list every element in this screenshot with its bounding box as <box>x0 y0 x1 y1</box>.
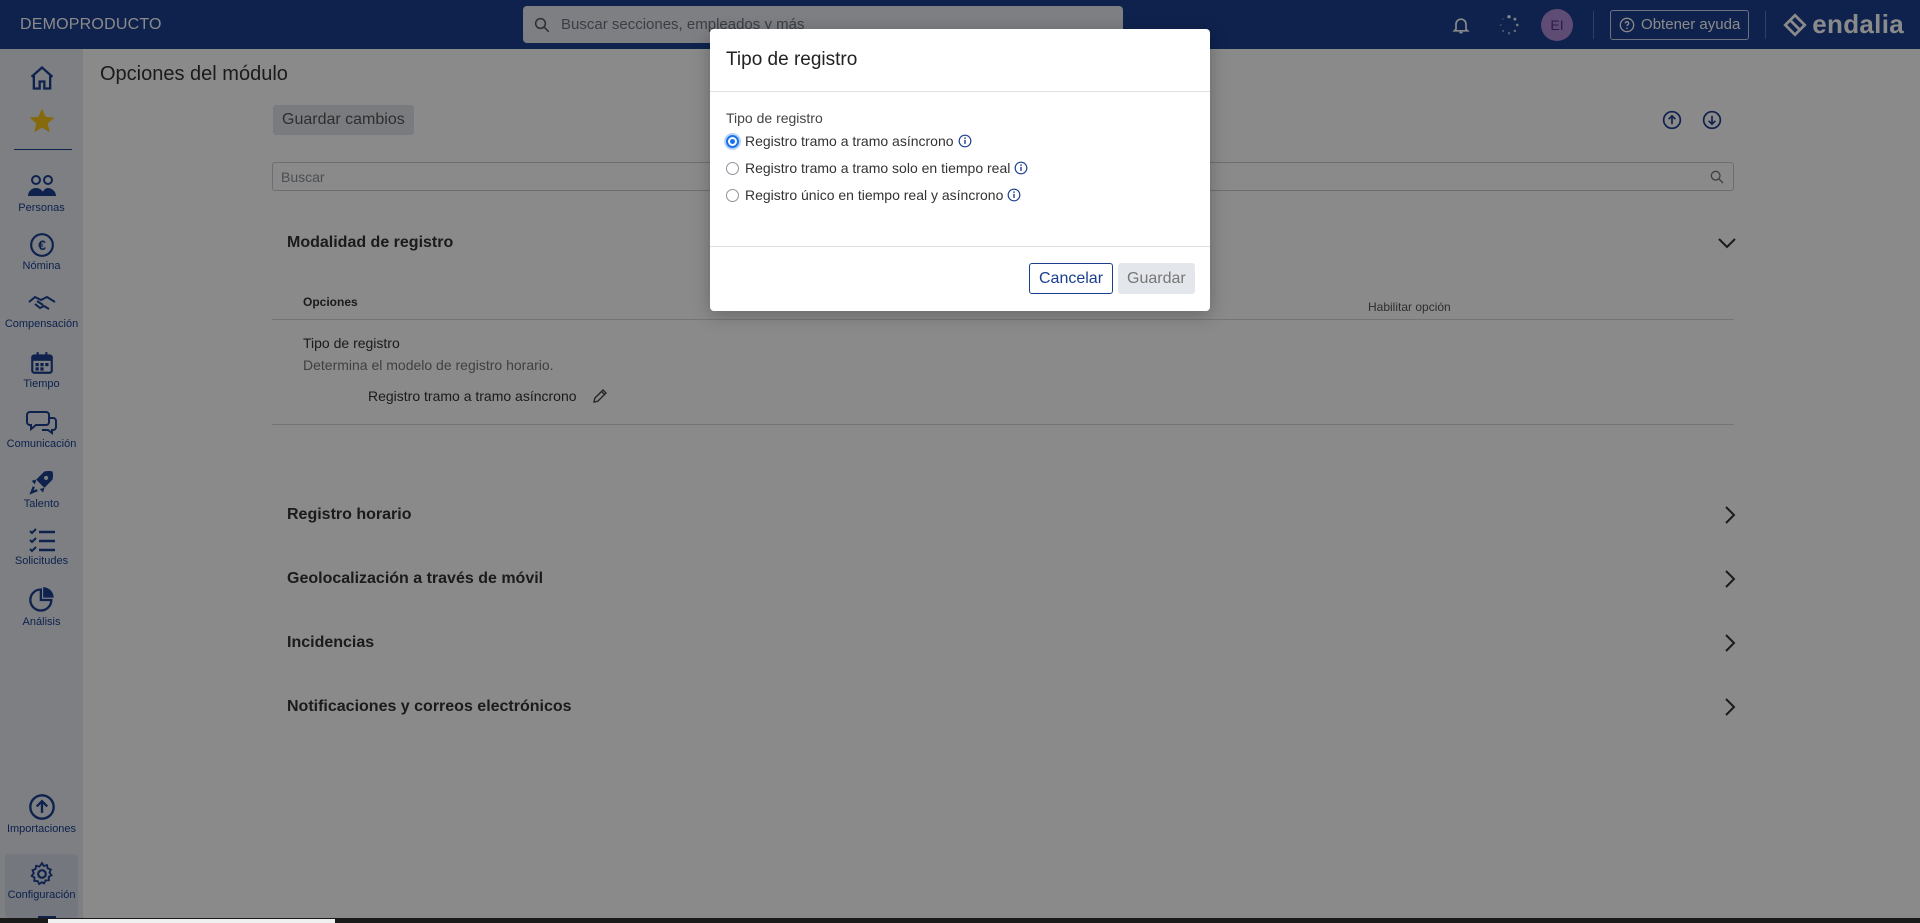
scrollbar-thumb[interactable] <box>48 919 335 923</box>
save-button[interactable]: Guardar <box>1118 263 1195 294</box>
dialog-divider <box>710 246 1210 247</box>
bottom-scrollbar[interactable] <box>0 918 1920 923</box>
dialog-title: Tipo de registro <box>726 49 858 70</box>
radio-label: Registro único en tiempo real y asíncron… <box>745 187 1004 203</box>
radio-option-tiempo-real[interactable]: Registro tramo a tramo solo en tiempo re… <box>726 160 1028 176</box>
radio-option-unico[interactable]: Registro único en tiempo real y asíncron… <box>726 187 1021 203</box>
dialog-divider <box>710 91 1210 92</box>
radio-option-asincrono[interactable]: Registro tramo a tramo asíncrono <box>726 133 972 149</box>
radio-group-label: Tipo de registro <box>726 110 823 126</box>
radio-label: Registro tramo a tramo asíncrono <box>745 133 954 149</box>
tipo-registro-dialog: Tipo de registro Tipo de registro Regist… <box>710 29 1210 311</box>
radio-button[interactable] <box>726 161 739 175</box>
radio-label: Registro tramo a tramo solo en tiempo re… <box>745 160 1011 176</box>
info-icon[interactable] <box>1007 188 1021 202</box>
info-icon[interactable] <box>958 134 972 148</box>
cancel-button[interactable]: Cancelar <box>1029 263 1114 294</box>
info-icon[interactable] <box>1014 161 1028 175</box>
radio-button[interactable] <box>726 188 739 202</box>
radio-button-checked[interactable] <box>726 134 739 148</box>
